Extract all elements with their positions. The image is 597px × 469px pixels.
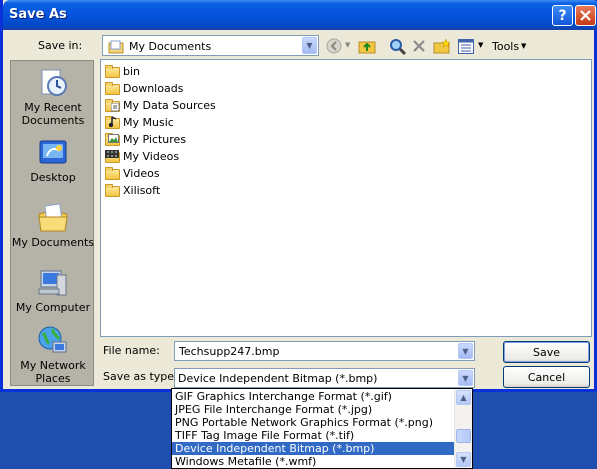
cancel-button[interactable]: Cancel <box>503 366 590 388</box>
place-label: Desktop <box>30 171 76 184</box>
file-name: My Pictures <box>123 133 187 146</box>
chevron-down-icon[interactable]: ▼ <box>302 37 317 54</box>
type-option[interactable]: PNG Portable Network Graphics Format (*.… <box>172 416 455 429</box>
file-name: My Data Sources <box>123 99 216 112</box>
title-bar[interactable]: Save As ? <box>3 0 597 30</box>
file-name: My Videos <box>123 150 180 163</box>
file-name: bin <box>123 65 141 78</box>
new-folder-icon <box>433 38 451 54</box>
place-my-network-places[interactable]: My Network Places <box>11 325 95 385</box>
search-icon <box>389 38 406 55</box>
list-item[interactable]: My Music <box>105 114 174 131</box>
file-name: Downloads <box>123 82 184 95</box>
list-item[interactable]: bin <box>105 63 140 80</box>
save-in-value: My Documents <box>129 40 212 53</box>
place-label: Places <box>35 372 71 385</box>
save-in-dropdown[interactable]: My Documents ▼ <box>102 35 319 56</box>
place-my-recent-documents[interactable]: My Recent Documents <box>11 67 95 127</box>
place-my-computer[interactable]: My Computer <box>11 267 95 314</box>
videos-folder-icon <box>105 149 121 164</box>
place-my-documents[interactable]: My Documents <box>11 202 95 249</box>
tools-menu[interactable]: Tools <box>492 40 519 53</box>
my-documents-icon <box>37 202 69 234</box>
scroll-up-icon[interactable]: ▲ <box>456 390 471 405</box>
back-dropdown-icon[interactable]: ▼ <box>345 41 350 49</box>
search-web-button[interactable] <box>388 37 406 55</box>
list-item[interactable]: My Data Sources <box>105 97 216 114</box>
save-as-type-label: Save as type: <box>103 370 178 383</box>
type-option[interactable]: TIFF Tag Image File Format (*.tif) <box>172 429 455 442</box>
folder-icon <box>105 183 121 198</box>
my-documents-folder-icon <box>108 40 124 54</box>
back-arrow-icon <box>326 38 342 54</box>
place-label: Documents <box>21 114 85 127</box>
recent-documents-icon <box>37 67 69 99</box>
file-name: My Music <box>123 116 174 129</box>
chevron-down-icon[interactable]: ▼ <box>458 343 473 359</box>
list-item[interactable]: My Pictures <box>105 131 186 148</box>
file-name-field[interactable]: Techsupp247.bmp ▼ <box>174 341 475 361</box>
place-label: My Recent <box>24 101 82 114</box>
new-folder-button[interactable] <box>433 37 451 55</box>
save-as-type-dropdown[interactable]: Device Independent Bitmap (*.bmp) ▼ <box>174 368 475 388</box>
scroll-down-icon[interactable]: ▼ <box>456 452 471 467</box>
close-icon <box>580 10 591 21</box>
file-list[interactable]: bin Downloads My Data Sources My Music M… <box>100 59 592 337</box>
window-title: Save As <box>9 7 67 22</box>
list-item[interactable]: Xilisoft <box>105 182 160 199</box>
tools-dropdown-icon[interactable]: ▼ <box>521 42 526 50</box>
places-bar: My Recent Documents Desktop My Documents… <box>10 60 94 386</box>
file-name-label: File name: <box>103 344 160 357</box>
save-as-dialog: Save As ? Save in: My Documents ▼ ▼ ▼ To… <box>0 0 597 392</box>
up-one-level-button[interactable] <box>358 37 376 55</box>
place-label: My Network <box>20 359 86 372</box>
type-option[interactable]: Windows Metafile (*.wmf) <box>172 455 455 468</box>
list-item[interactable]: Videos <box>105 165 160 182</box>
music-folder-icon <box>105 115 121 130</box>
network-places-icon <box>37 325 69 357</box>
save-in-label: Save in: <box>38 39 83 52</box>
type-option[interactable]: GIF Graphics Interchange Format (*.gif) <box>172 390 455 403</box>
back-button[interactable] <box>325 37 343 55</box>
type-option-selected[interactable]: Device Independent Bitmap (*.bmp) <box>172 442 455 455</box>
file-name: Xilisoft <box>123 184 161 197</box>
place-desktop[interactable]: Desktop <box>11 137 95 184</box>
views-icon <box>458 38 474 54</box>
folder-icon <box>105 81 121 96</box>
delete-icon <box>413 40 425 52</box>
scroll-thumb[interactable] <box>456 429 471 443</box>
my-computer-icon <box>37 267 69 299</box>
folder-icon <box>105 64 121 79</box>
desktop-icon <box>37 137 69 169</box>
file-name: Videos <box>123 167 160 180</box>
scrollbar[interactable]: ▲ ▼ <box>454 389 472 468</box>
type-option[interactable]: JPEG File Interchange Format (*.jpg) <box>172 403 455 416</box>
views-dropdown-icon[interactable]: ▼ <box>478 41 483 49</box>
views-button[interactable] <box>457 37 475 55</box>
data-sources-folder-icon <box>105 98 121 113</box>
close-button[interactable] <box>575 5 596 26</box>
save-as-type-value: Device Independent Bitmap (*.bmp) <box>178 372 378 385</box>
folder-icon <box>105 166 121 181</box>
save-button[interactable]: Save <box>503 341 590 363</box>
place-label: My Computer <box>15 301 91 314</box>
help-button[interactable]: ? <box>552 5 573 26</box>
delete-button[interactable] <box>410 37 428 55</box>
up-folder-icon <box>358 41 376 54</box>
file-name-value: Techsupp247.bmp <box>179 345 280 358</box>
place-label: My Documents <box>11 236 95 249</box>
save-as-type-list[interactable]: GIF Graphics Interchange Format (*.gif) … <box>171 388 473 469</box>
chevron-down-icon[interactable]: ▼ <box>458 370 473 386</box>
list-item[interactable]: My Videos <box>105 148 179 165</box>
pictures-folder-icon <box>105 132 121 147</box>
list-item[interactable]: Downloads <box>105 80 183 97</box>
